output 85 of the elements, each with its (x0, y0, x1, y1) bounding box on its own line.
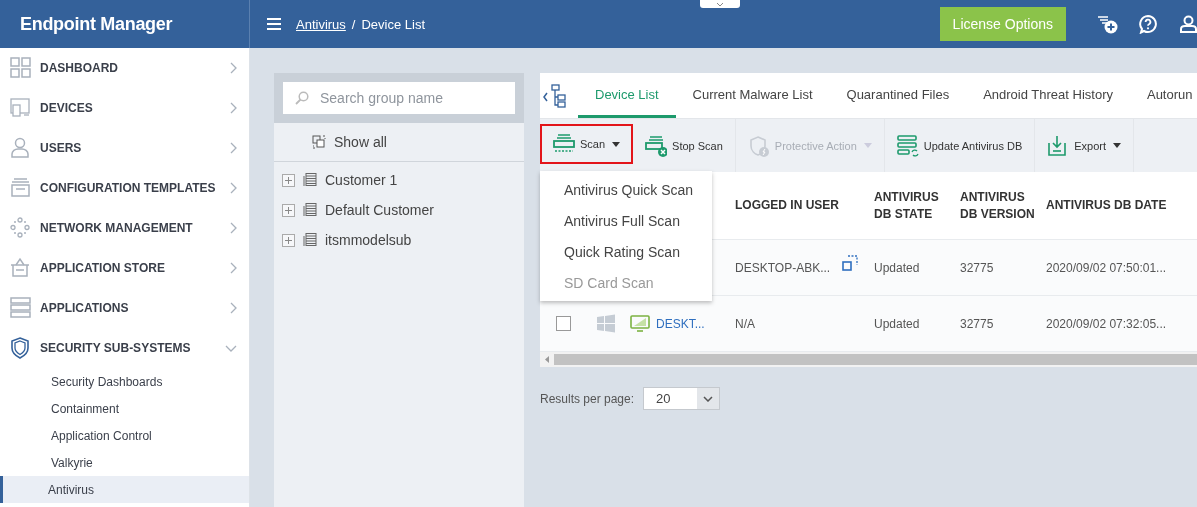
plus-icon (285, 236, 292, 244)
user-icon (10, 137, 31, 159)
table-cell: N/A (735, 316, 755, 331)
shield-icon (747, 134, 770, 157)
caret-icon (716, 1, 724, 7)
tab[interactable]: Autorun (1129, 73, 1197, 118)
windows-icon (596, 313, 616, 334)
server-icon (303, 203, 317, 217)
nav-item[interactable]: DEVICES (0, 88, 249, 128)
device-name-link[interactable]: DESKT... (656, 316, 705, 331)
breadcrumb-link[interactable]: Antivirus (296, 16, 346, 32)
nav-item[interactable]: CONFIGURATION TEMPLATES (0, 168, 249, 208)
network-icon (10, 217, 31, 239)
scrollbar-thumb[interactable] (554, 354, 1197, 365)
table-cell: DESKTOP-ABK... (735, 260, 831, 275)
nav-subitem[interactable]: Security Dashboards (0, 368, 249, 395)
user-icon[interactable] (1180, 15, 1197, 33)
table-cell: 2020/09/02 07:50:01... (1046, 260, 1167, 275)
column-header[interactable]: ANTIVIRUS DB VERSION (960, 188, 1046, 223)
app-title: Endpoint Manager (20, 13, 173, 35)
tab[interactable]: Quarantined Files (829, 73, 967, 118)
show-all-icon (312, 135, 326, 149)
caret-icon (863, 143, 872, 148)
nav-subitem[interactable]: Antivirus (0, 476, 249, 503)
expand-toggle[interactable] (282, 203, 295, 217)
template-icon (10, 177, 31, 199)
page-size-select[interactable]: 20 (643, 387, 721, 410)
scroll-left-icon[interactable] (545, 356, 549, 363)
collapse-handle[interactable] (700, 0, 740, 8)
menu-item[interactable]: Antivirus Full Scan (540, 205, 712, 236)
caret-icon (1113, 143, 1121, 148)
scanner-icon (553, 133, 575, 155)
search-icon (295, 91, 309, 105)
table-cell: 32775 (960, 260, 994, 275)
plus-icon (285, 176, 292, 184)
nav-item[interactable]: APPLICATIONS (0, 288, 249, 328)
help-icon[interactable] (1138, 14, 1158, 34)
group-name[interactable]: itsmmodelsub (325, 232, 412, 248)
breadcrumb-separator: / (351, 16, 356, 32)
stop-scan-icon (645, 134, 668, 157)
tree-icon (542, 83, 566, 108)
applications-icon (10, 297, 31, 319)
monitor-icon (630, 314, 650, 333)
nav-subitem[interactable]: Application Control (0, 422, 249, 449)
menu-item[interactable]: Antivirus Quick Scan (540, 174, 712, 205)
table-cell: 32775 (960, 316, 994, 331)
devices-icon (10, 97, 31, 119)
caret-icon (612, 141, 621, 147)
column-header[interactable]: LOGGED IN USER (735, 197, 847, 214)
group-name[interactable]: Customer 1 (325, 172, 398, 188)
row-checkbox[interactable] (556, 316, 571, 331)
plus-icon (285, 206, 292, 214)
add-notification-icon[interactable] (1096, 14, 1118, 34)
basket-icon (10, 257, 31, 279)
server-icon (303, 233, 317, 247)
nav-item[interactable]: APPLICATION STORE (0, 248, 249, 288)
column-header[interactable]: ANTIVIRUS DB DATE (1046, 197, 1175, 214)
nav-item[interactable]: NETWORK MANAGEMENT (0, 208, 249, 248)
menu-item[interactable]: Quick Rating Scan (540, 236, 712, 267)
tab[interactable]: Current Malware List (675, 73, 830, 118)
table-cell: Updated (874, 260, 920, 275)
nav-subitem[interactable]: Containment (0, 395, 249, 422)
column-header[interactable]: ANTIVIRUS DB STATE (874, 188, 960, 223)
results-per-page-label: Results per page: (540, 391, 635, 406)
toolbar-button[interactable]: Scan (540, 124, 634, 164)
table-cell: 2020/09/02 07:32:05... (1046, 316, 1167, 331)
database-update-icon (896, 134, 919, 157)
shield-icon (10, 337, 31, 359)
breadcrumb-current: Device List (361, 16, 426, 32)
group-name[interactable]: Default Customer (325, 202, 434, 218)
menu-icon[interactable] (267, 18, 281, 30)
expand-toggle[interactable] (282, 233, 295, 247)
server-icon (303, 173, 317, 187)
nav-subitem[interactable]: Valkyrie (0, 449, 249, 476)
search-field[interactable]: Search group name (283, 82, 515, 114)
nav-item[interactable]: USERS (0, 128, 249, 168)
chevron-down-icon (703, 395, 714, 402)
expand-toggle[interactable] (282, 173, 295, 187)
remote-control-icon[interactable] (842, 254, 859, 271)
nav-item[interactable]: SECURITY SUB-SYSTEMS (0, 328, 249, 368)
tab[interactable]: Android Threat History (966, 73, 1130, 118)
show-all-button[interactable]: Show all (274, 123, 524, 162)
dashboard-icon (10, 57, 31, 79)
table-cell: Updated (874, 316, 920, 331)
nav-item[interactable]: DASHBOARD (0, 48, 249, 88)
